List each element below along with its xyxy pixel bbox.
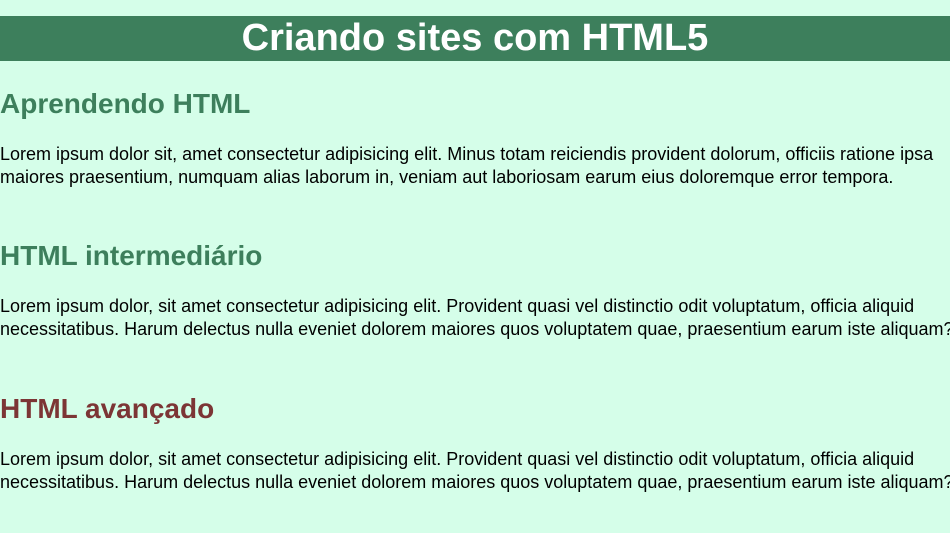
section-paragraph: Lorem ipsum dolor, sit amet consectetur … xyxy=(0,296,950,339)
page-title: Criando sites com HTML5 xyxy=(241,17,709,59)
section-html-avancado: HTML avançado Lorem ipsum dolor, sit ame… xyxy=(0,393,950,494)
section-aprendendo-html: Aprendendo HTML Lorem ipsum dolor sit, a… xyxy=(0,88,950,189)
section-heading: Aprendendo HTML xyxy=(0,88,251,119)
section-heading: HTML intermediário xyxy=(0,240,263,271)
section-paragraph: Lorem ipsum dolor, sit amet consectetur … xyxy=(0,449,950,492)
section-paragraph: Lorem ipsum dolor sit, amet consectetur … xyxy=(0,144,934,187)
page-header: Criando sites com HTML5 xyxy=(0,16,950,61)
section-html-intermediario: HTML intermediário Lorem ipsum dolor, si… xyxy=(0,240,950,341)
section-heading: HTML avançado xyxy=(0,393,215,424)
